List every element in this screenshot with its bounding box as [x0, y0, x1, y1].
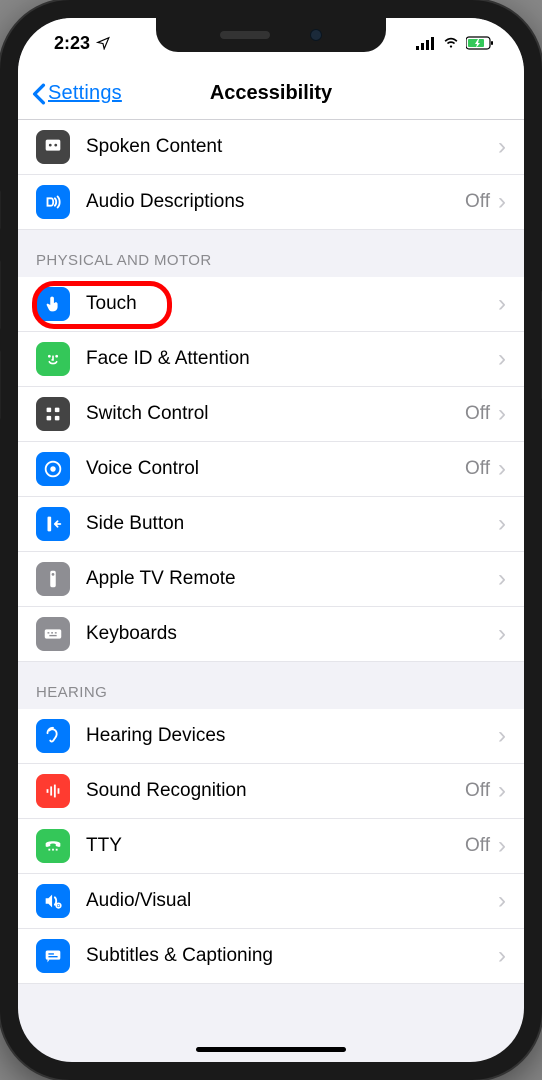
- row-audio-visual[interactable]: Audio/Visual ›: [18, 874, 524, 929]
- audio-visual-icon: [36, 884, 70, 918]
- row-label: Audio Descriptions: [86, 191, 465, 213]
- face-id-icon: [36, 342, 70, 376]
- row-label: Spoken Content: [86, 136, 498, 158]
- row-face-id[interactable]: Face ID & Attention ›: [18, 332, 524, 387]
- back-button[interactable]: Settings: [32, 82, 122, 105]
- chevron-right-icon: ›: [498, 942, 506, 970]
- chevron-right-icon: ›: [498, 777, 506, 805]
- back-label: Settings: [48, 82, 122, 105]
- row-label: TTY: [86, 835, 465, 857]
- row-label: Touch: [86, 293, 498, 315]
- row-label: Hearing Devices: [86, 725, 498, 747]
- wifi-icon: [442, 36, 460, 50]
- row-label: Apple TV Remote: [86, 568, 498, 590]
- chevron-right-icon: ›: [498, 188, 506, 216]
- row-value: Off: [465, 458, 490, 480]
- section-physical-motor: PHYSICAL AND MOTOR: [18, 230, 524, 277]
- chevron-right-icon: ›: [498, 620, 506, 648]
- hearing-devices-icon: [36, 719, 70, 753]
- row-switch-control[interactable]: Switch Control Off ›: [18, 387, 524, 442]
- row-sound-recognition[interactable]: Sound Recognition Off ›: [18, 764, 524, 819]
- row-label: Subtitles & Captioning: [86, 945, 498, 967]
- side-button-icon: [36, 507, 70, 541]
- chevron-right-icon: ›: [498, 832, 506, 860]
- row-label: Audio/Visual: [86, 890, 498, 912]
- location-icon: [96, 36, 110, 50]
- cellular-icon: [416, 36, 436, 50]
- row-keyboards[interactable]: Keyboards ›: [18, 607, 524, 662]
- row-value: Off: [465, 835, 490, 857]
- row-subtitles[interactable]: Subtitles & Captioning ›: [18, 929, 524, 984]
- chevron-right-icon: ›: [498, 290, 506, 318]
- row-tty[interactable]: TTY Off ›: [18, 819, 524, 874]
- settings-list: Spoken Content › Audio Descriptions Off …: [18, 120, 524, 984]
- spoken-content-icon: [36, 130, 70, 164]
- row-audio-descriptions[interactable]: Audio Descriptions Off ›: [18, 175, 524, 230]
- chevron-right-icon: ›: [498, 887, 506, 915]
- row-side-button[interactable]: Side Button ›: [18, 497, 524, 552]
- row-label: Switch Control: [86, 403, 465, 425]
- row-voice-control[interactable]: Voice Control Off ›: [18, 442, 524, 497]
- row-value: Off: [465, 403, 490, 425]
- tty-icon: [36, 829, 70, 863]
- row-value: Off: [465, 780, 490, 802]
- chevron-right-icon: ›: [498, 400, 506, 428]
- chevron-right-icon: ›: [498, 722, 506, 750]
- audio-descriptions-icon: [36, 185, 70, 219]
- nav-bar: Settings Accessibility: [18, 68, 524, 120]
- chevron-right-icon: ›: [498, 345, 506, 373]
- home-indicator[interactable]: [196, 1047, 346, 1052]
- chevron-right-icon: ›: [498, 455, 506, 483]
- chevron-left-icon: [32, 83, 46, 105]
- touch-icon: [36, 287, 70, 321]
- row-touch[interactable]: Touch ›: [18, 277, 524, 332]
- row-value: Off: [465, 191, 490, 213]
- status-time: 2:23: [54, 33, 90, 54]
- switch-control-icon: [36, 397, 70, 431]
- keyboards-icon: [36, 617, 70, 651]
- battery-icon: [466, 36, 494, 50]
- row-apple-tv-remote[interactable]: Apple TV Remote ›: [18, 552, 524, 607]
- row-label: Sound Recognition: [86, 780, 465, 802]
- chevron-right-icon: ›: [498, 510, 506, 538]
- row-label: Side Button: [86, 513, 498, 535]
- subtitles-icon: [36, 939, 70, 973]
- apple-tv-remote-icon: [36, 562, 70, 596]
- page-title: Accessibility: [210, 82, 332, 105]
- chevron-right-icon: ›: [498, 133, 506, 161]
- row-label: Keyboards: [86, 623, 498, 645]
- row-spoken-content[interactable]: Spoken Content ›: [18, 120, 524, 175]
- row-label: Voice Control: [86, 458, 465, 480]
- row-hearing-devices[interactable]: Hearing Devices ›: [18, 709, 524, 764]
- sound-recognition-icon: [36, 774, 70, 808]
- row-label: Face ID & Attention: [86, 348, 498, 370]
- section-hearing: HEARING: [18, 662, 524, 709]
- chevron-right-icon: ›: [498, 565, 506, 593]
- voice-control-icon: [36, 452, 70, 486]
